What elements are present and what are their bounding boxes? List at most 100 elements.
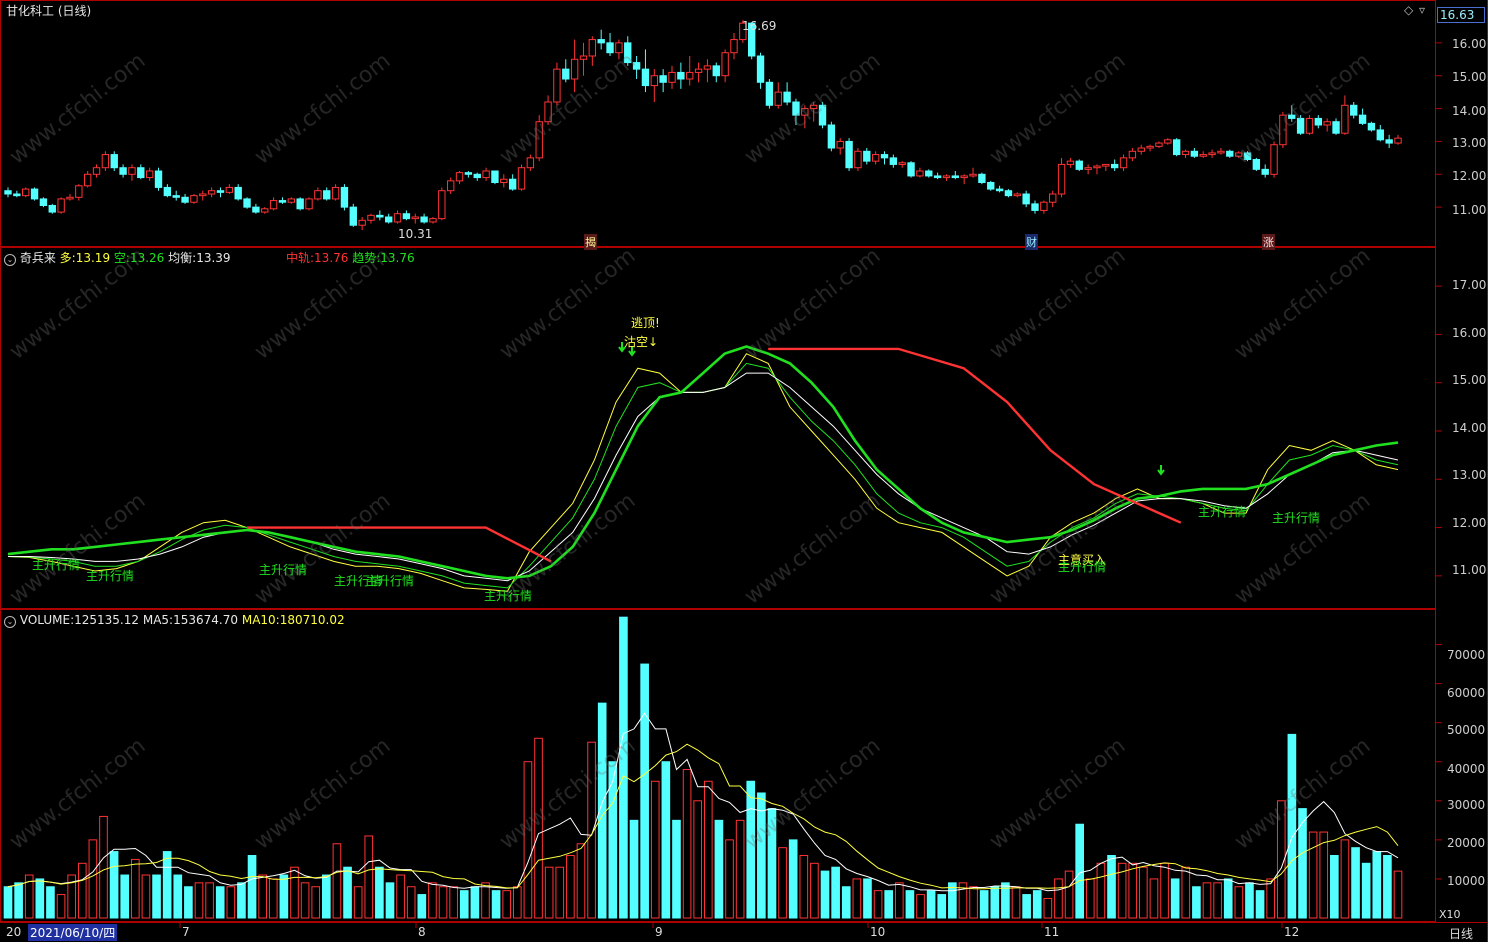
candle-body <box>597 39 605 44</box>
candle-body <box>181 196 189 203</box>
volume-bar <box>46 886 55 919</box>
volume-bar <box>735 819 745 919</box>
zhusheng-annotation: 主升行情 <box>366 574 415 588</box>
candle-body <box>933 175 942 179</box>
candle-body <box>1111 163 1119 169</box>
candle-body <box>942 175 951 179</box>
candle-body <box>367 214 375 221</box>
volume-bar <box>714 819 724 919</box>
volume-bar <box>88 839 98 919</box>
volume-bar <box>332 843 342 919</box>
candle-body <box>526 157 535 169</box>
candle-body <box>1128 150 1137 159</box>
volume-ytick-label: 10000 <box>1447 874 1486 888</box>
volume-bar <box>1383 854 1392 919</box>
indicator-ytick-label: 15.00 <box>1452 373 1487 387</box>
candle-body <box>234 186 242 200</box>
candle-body <box>1181 150 1190 156</box>
period-selector[interactable]: 日线 <box>1449 925 1473 942</box>
candle-body <box>756 55 765 83</box>
volume-bar <box>1096 862 1106 919</box>
volume-bar <box>831 866 840 919</box>
candle-body <box>145 170 154 179</box>
candle-body <box>473 173 481 179</box>
candle-body <box>987 182 995 190</box>
candle-body <box>455 172 464 182</box>
candle-body <box>588 39 597 57</box>
zhankong-annotation: 沽空↓ <box>624 335 659 349</box>
candle-body <box>703 65 712 70</box>
candle-body <box>1234 152 1243 157</box>
volume-bar <box>481 882 490 919</box>
candle-body <box>314 190 322 200</box>
volume-bar <box>820 870 830 919</box>
candle-body <box>128 167 136 175</box>
candle-body <box>1146 145 1154 149</box>
candle-body <box>163 186 172 197</box>
candle-body <box>1358 114 1367 124</box>
high-price-label: 16.69 <box>742 19 777 33</box>
candle-body <box>995 188 1004 192</box>
candle-body <box>969 173 977 177</box>
candle-body <box>1031 203 1039 211</box>
price-panel-frame <box>0 0 1436 247</box>
volume-ytick-label: 70000 <box>1447 648 1486 662</box>
indicator-name: 奇兵来 <box>19 251 56 265</box>
chevron-down-icon[interactable]: ▿ <box>1419 3 1425 17</box>
panel-menu-icon[interactable]: ⌄ <box>4 254 16 266</box>
indicator-ytick-label: 17.00 <box>1452 278 1487 292</box>
event-marker[interactable]: 揭 <box>584 234 597 250</box>
candle-body <box>66 196 74 200</box>
indicator-ytick-label: 11.00 <box>1452 563 1487 577</box>
cursor-date-label: 2021/06/10/四 <box>28 924 118 941</box>
volume-bar <box>290 866 299 919</box>
candle-body <box>1394 137 1402 144</box>
volume-bar <box>99 815 108 919</box>
volume-bar <box>905 890 915 919</box>
event-marker[interactable]: 财 <box>1025 234 1038 250</box>
volume-bar <box>1085 878 1095 919</box>
volume-bar <box>141 874 151 919</box>
volume-bar <box>375 866 384 919</box>
candle-body <box>765 81 774 106</box>
candle-body <box>641 68 650 87</box>
volume-bar <box>725 839 734 919</box>
candle-body <box>119 167 127 175</box>
volume-bar <box>979 890 989 919</box>
volume-bar <box>184 886 193 919</box>
volume-bar <box>619 616 628 919</box>
candle-body <box>845 140 853 169</box>
candle-body <box>827 124 836 149</box>
candle-body <box>402 213 411 220</box>
candle-body <box>1172 139 1181 156</box>
volume-bar <box>322 874 331 919</box>
candle-body <box>1093 165 1101 169</box>
candle-body <box>48 205 56 213</box>
candle-body <box>1013 193 1021 197</box>
indicator-line-duo <box>7 353 1399 592</box>
candle-body <box>199 193 207 197</box>
chart-canvas[interactable] <box>0 0 1488 942</box>
junheng-value: 13.39 <box>196 251 231 265</box>
candle-body <box>1217 150 1225 154</box>
volume-bar <box>523 761 533 919</box>
volume-bar <box>969 886 978 919</box>
candle-body <box>544 101 552 123</box>
candle-body <box>1075 160 1083 170</box>
candle-body <box>1137 147 1145 152</box>
volume-bar <box>35 878 45 919</box>
candle-body <box>1199 154 1207 157</box>
event-marker[interactable]: 涨 <box>1262 234 1275 250</box>
candle-body <box>809 104 818 110</box>
panel-menu-icon[interactable]: ⌄ <box>4 616 16 628</box>
volume-bar <box>926 890 936 919</box>
volume-bar <box>364 835 374 919</box>
diamond-icon[interactable]: ◇ <box>1404 3 1413 17</box>
candle-body <box>677 71 685 80</box>
volume-bar <box>353 886 363 919</box>
candle-body <box>13 193 21 197</box>
candle-body <box>1305 117 1314 134</box>
candle-body <box>615 42 623 54</box>
candle-body <box>508 178 517 190</box>
candle-body <box>1296 117 1305 134</box>
